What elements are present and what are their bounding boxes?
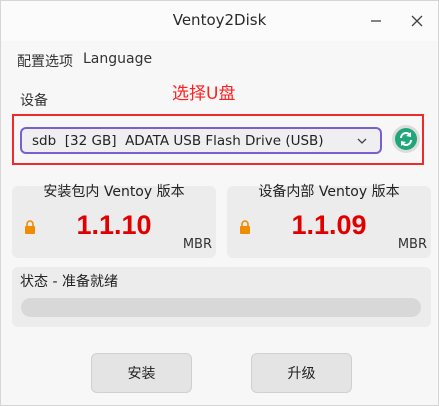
ventoy-window: Ventoy2Disk 配置选项 Language 设备 选择U盘 sdb [3… (0, 0, 439, 406)
chevron-down-icon (357, 138, 367, 144)
device-label: 设备 (20, 93, 48, 109)
package-partition-style: MBR (182, 237, 212, 252)
package-version-panel: 安装包内 Ventoy 版本 1.1.10 MBR (12, 184, 216, 258)
progress-bar (21, 298, 421, 317)
refresh-button[interactable] (392, 125, 420, 153)
package-version-header: 安装包内 Ventoy 版本 (43, 184, 185, 200)
device-partition-style: MBR (397, 237, 427, 252)
device-dropdown[interactable]: sdb [32 GB] ADATA USB Flash Drive (USB) (20, 127, 382, 154)
select-usb-annotation: 选择U盘 (172, 84, 236, 104)
minimize-button[interactable] (361, 7, 391, 35)
device-version-header: 设备内部 Ventoy 版本 (258, 184, 400, 200)
menu-bar: 配置选项 Language (17, 51, 152, 71)
menu-language[interactable]: Language (83, 51, 152, 71)
status-panel: 状态 - 准备就绪 (12, 267, 431, 327)
status-text: 状态 - 准备就绪 (20, 274, 118, 290)
device-selected-value: sdb [32 GB] ADATA USB Flash Drive (USB) (32, 132, 324, 149)
title-bar: Ventoy2Disk (1, 1, 438, 41)
update-button[interactable]: 升级 (251, 353, 352, 393)
minimize-icon (371, 20, 381, 22)
menu-options[interactable]: 配置选项 (17, 51, 73, 71)
close-button[interactable] (402, 7, 432, 35)
install-button[interactable]: 安装 (91, 353, 192, 393)
close-icon (411, 15, 423, 27)
device-version-panel: 设备内部 Ventoy 版本 1.1.09 MBR (227, 184, 431, 258)
refresh-icon (395, 128, 417, 150)
